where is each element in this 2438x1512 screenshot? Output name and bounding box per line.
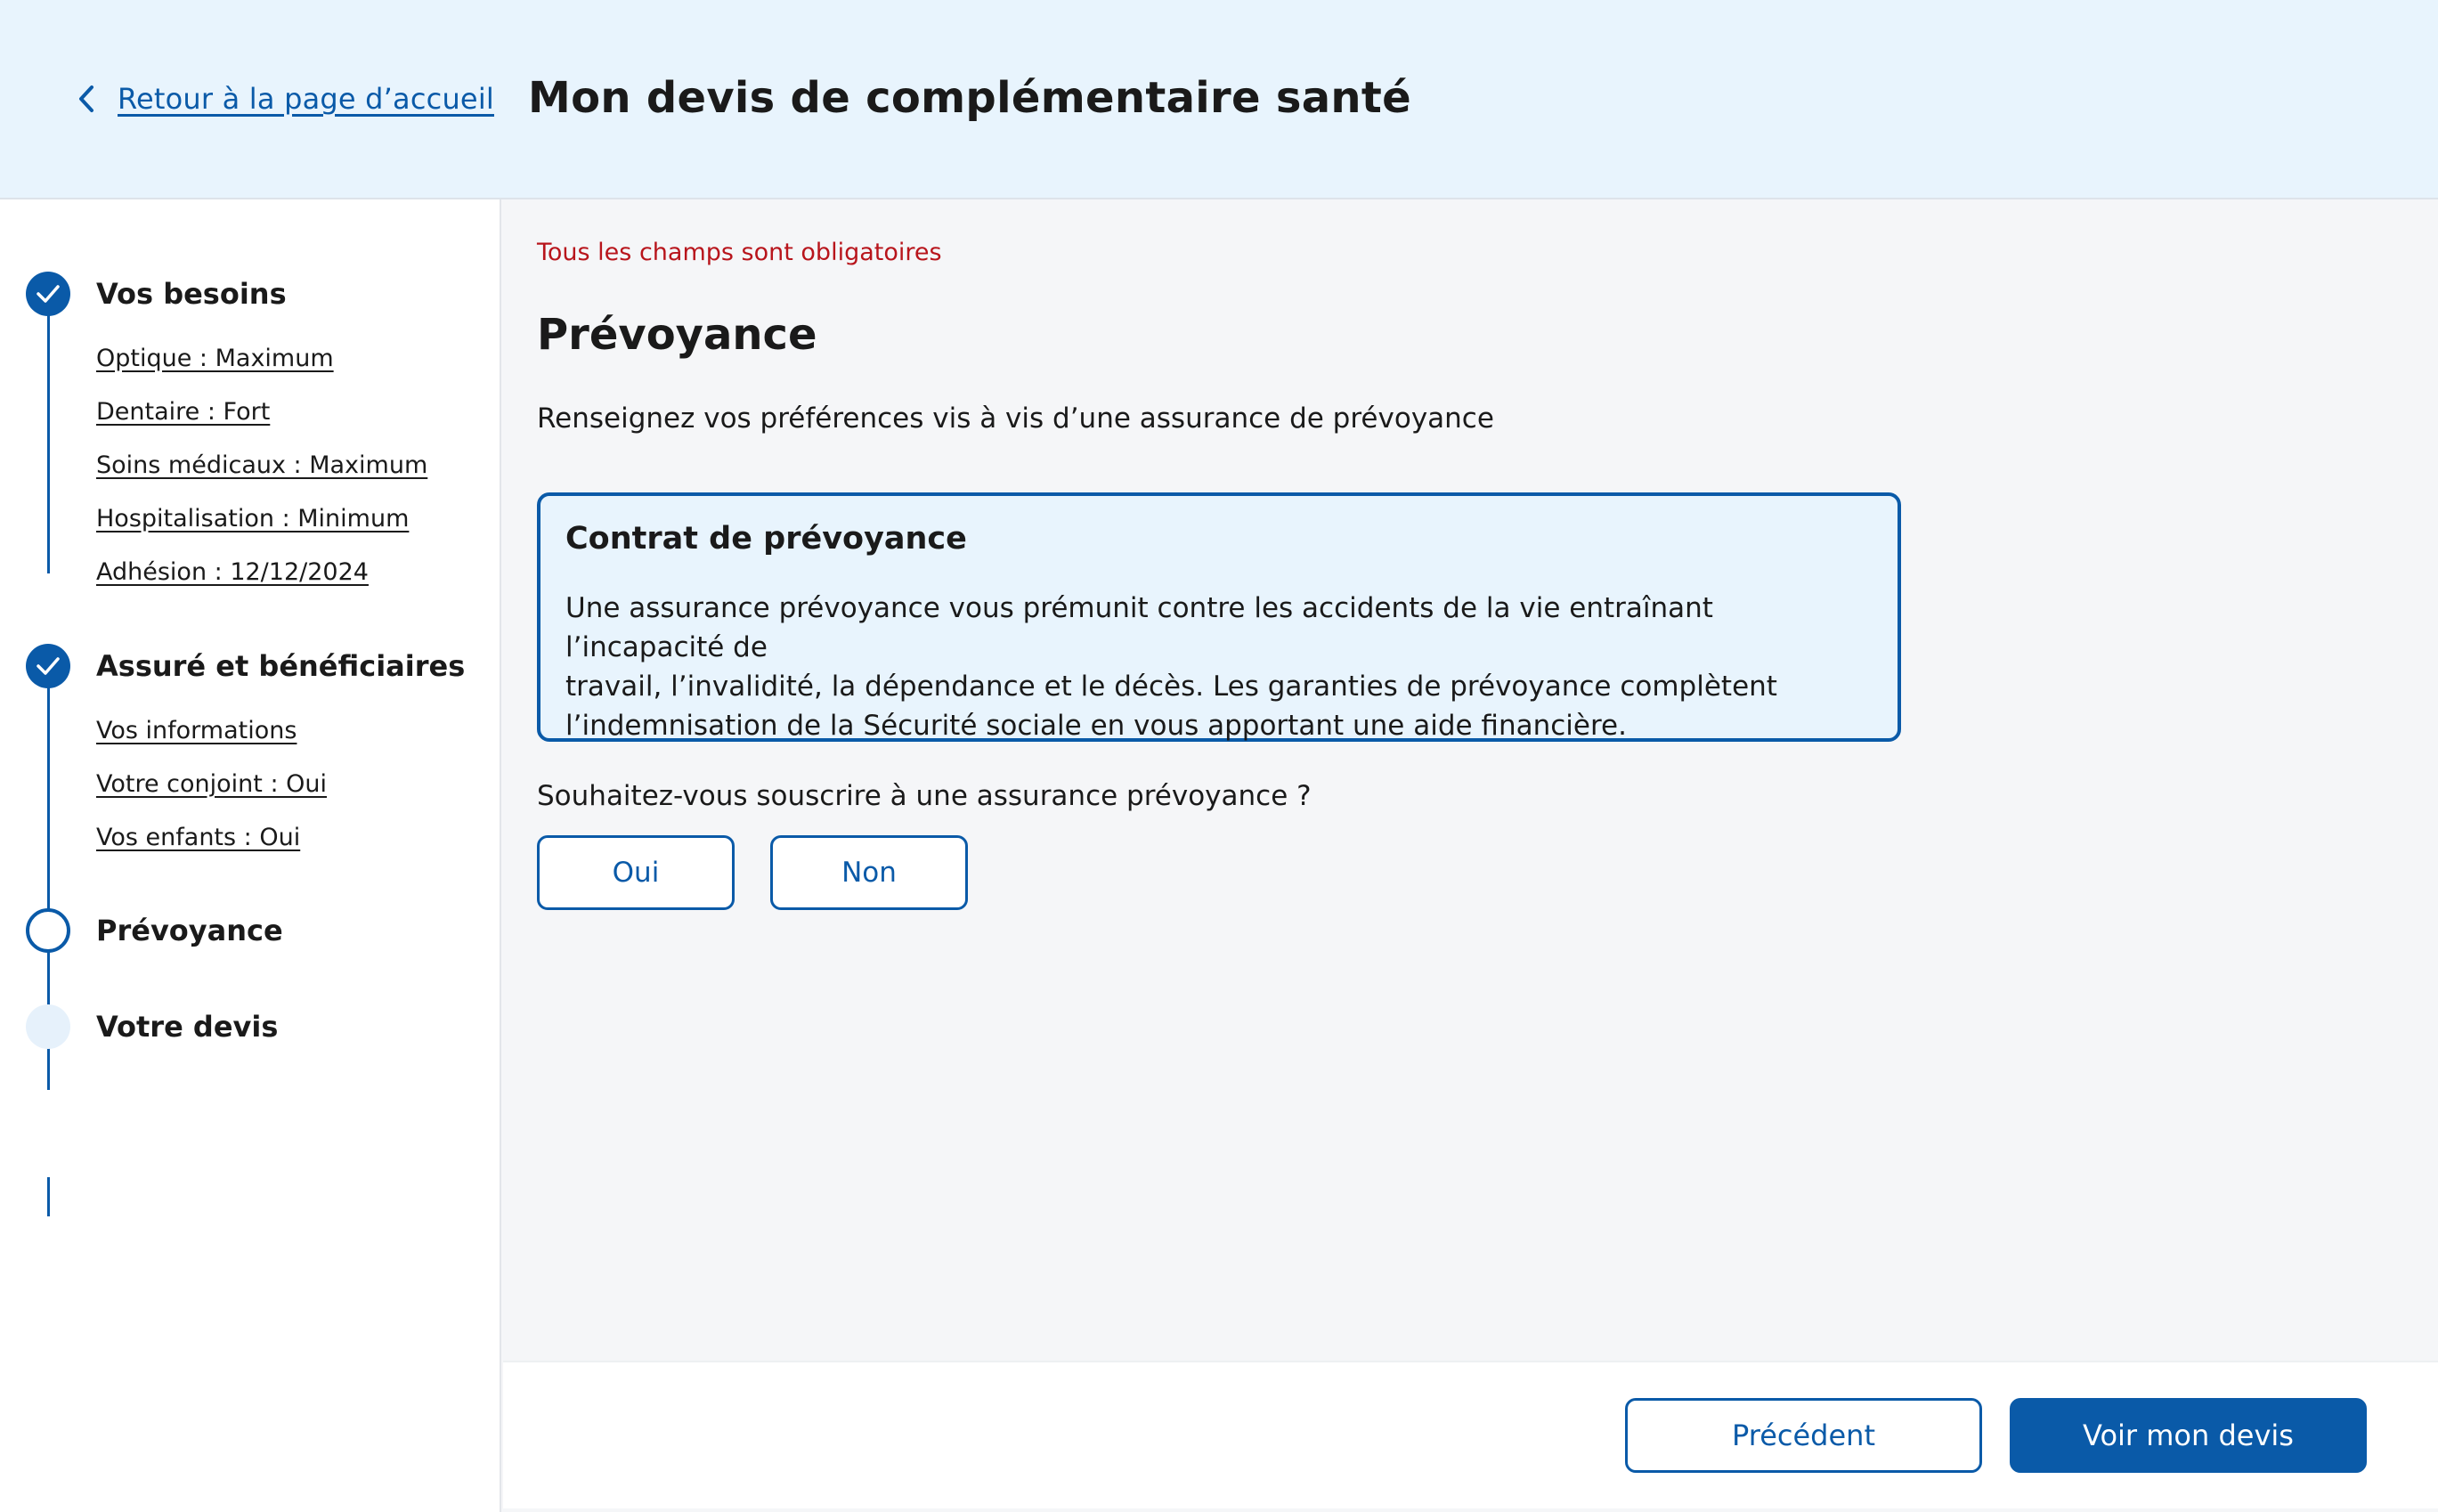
section-intro: Renseignez vos préférences vis à vis d’u…	[537, 402, 1494, 435]
required-fields-note: Tous les champs sont obligatoires	[537, 239, 942, 266]
form-footer: Précédent Voir mon devis	[503, 1361, 2438, 1508]
choice-non-button[interactable]: Non	[770, 835, 968, 910]
choice-oui-button[interactable]: Oui	[537, 835, 735, 910]
step-title-vos-besoins: Vos besoins	[96, 277, 287, 311]
info-box-line: travail, l’invalidité, la dépendance et …	[565, 671, 1777, 703]
step-done-check-icon	[26, 272, 70, 316]
info-box-title: Contrat de prévoyance	[565, 521, 967, 557]
info-box-line: Une assurance prévoyance vous prémunit c…	[565, 592, 1713, 663]
step-item-vos-enfants[interactable]: Vos enfants : Oui	[96, 823, 300, 853]
step-todo-icon	[26, 1004, 70, 1049]
section-title: Prévoyance	[537, 310, 817, 360]
stepper-line	[47, 289, 50, 573]
page-title: Mon devis de complémentaire santé	[528, 73, 1412, 123]
step-title-assure-beneficiaires: Assuré et bénéficiaires	[96, 649, 466, 683]
stepper-sidebar: Vos besoins Optique : Maximum Dentaire :…	[0, 199, 501, 1512]
see-quote-button[interactable]: Voir mon devis	[2010, 1398, 2367, 1473]
step-current-icon	[26, 908, 70, 953]
step-item-votre-conjoint[interactable]: Votre conjoint : Oui	[96, 769, 327, 800]
step-title-votre-devis: Votre devis	[96, 1010, 279, 1044]
page-header: Retour à la page d’accueil Mon devis de …	[0, 0, 2438, 199]
step-item-soins-medicaux[interactable]: Soins médicaux : Maximum	[96, 451, 427, 481]
info-box-text: Une assurance prévoyance vous prémunit c…	[565, 589, 1873, 745]
back-to-home-link[interactable]: Retour à la page d’accueil	[75, 82, 494, 116]
info-box-line: l’indemnisation de la Sécurité sociale e…	[565, 710, 1627, 742]
step-item-hospitalisation[interactable]: Hospitalisation : Minimum	[96, 504, 409, 534]
step-item-vos-informations[interactable]: Vos informations	[96, 716, 297, 746]
previous-button[interactable]: Précédent	[1625, 1398, 1982, 1473]
step-item-adhesion[interactable]: Adhésion : 12/12/2024	[96, 557, 369, 588]
stepper-line	[47, 1177, 50, 1216]
chevron-left-icon	[79, 85, 93, 112]
step-done-check-icon	[26, 644, 70, 688]
step-title-prevoyance: Prévoyance	[96, 914, 283, 947]
main-content: Tous les champs sont obligatoires Prévoy…	[503, 199, 2438, 1361]
back-link-label: Retour à la page d’accueil	[118, 82, 494, 116]
step-item-optique[interactable]: Optique : Maximum	[96, 344, 334, 374]
step-item-dentaire[interactable]: Dentaire : Fort	[96, 397, 270, 427]
info-box: Contrat de prévoyance Une assurance prév…	[537, 492, 1901, 742]
subscription-question: Souhaitez-vous souscrire à une assurance…	[537, 780, 1312, 812]
